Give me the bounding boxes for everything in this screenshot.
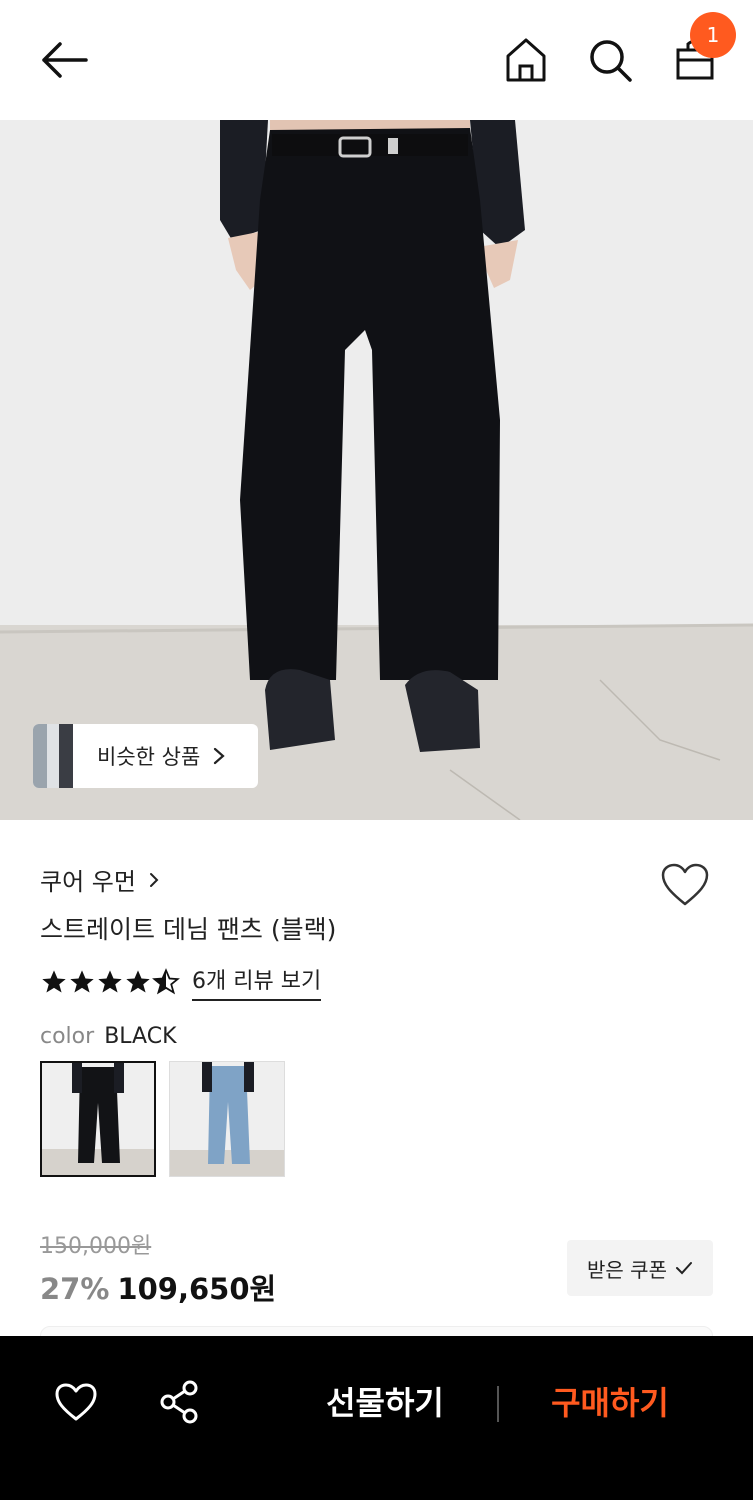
brand-link[interactable]: 쿠어 우먼 bbox=[40, 862, 160, 897]
star-full-icon bbox=[98, 970, 122, 993]
bottom-action-bar: 선물하기 구매하기 bbox=[0, 1336, 753, 1500]
divider bbox=[497, 1386, 499, 1422]
wishlist-heart-icon[interactable] bbox=[660, 862, 710, 908]
color-swatch-blue[interactable] bbox=[169, 1061, 285, 1177]
color-option-label: color BLACK bbox=[40, 1024, 177, 1049]
home-icon[interactable] bbox=[500, 34, 552, 86]
similar-products-label: 비슷한 상품 bbox=[97, 745, 201, 769]
star-half-icon bbox=[152, 968, 180, 995]
buy-button[interactable]: 구매하기 bbox=[525, 1378, 695, 1424]
share-icon[interactable] bbox=[158, 1380, 200, 1424]
heart-icon[interactable] bbox=[54, 1382, 98, 1422]
coupon-label: 받은 쿠폰 bbox=[587, 1257, 667, 1282]
top-bar: 1 bbox=[0, 0, 753, 120]
back-arrow-icon[interactable] bbox=[36, 36, 92, 84]
product-title: 스트레이트 데님 팬츠 (블랙) bbox=[40, 915, 337, 944]
color-key: color bbox=[40, 1024, 95, 1049]
gift-button[interactable]: 선물하기 bbox=[300, 1378, 470, 1424]
similar-product-thumbnail bbox=[33, 724, 73, 788]
color-value: BLACK bbox=[104, 1024, 177, 1049]
sale-price: 109,650원 bbox=[117, 1272, 277, 1306]
star-full-icon bbox=[126, 970, 150, 993]
cart-count-badge: 1 bbox=[690, 12, 736, 58]
discount-rate: 27% bbox=[40, 1272, 110, 1306]
checkmark-icon bbox=[675, 1262, 692, 1275]
chevron-right-icon bbox=[214, 747, 225, 765]
similar-products-button[interactable]: 비슷한 상품 bbox=[33, 724, 258, 788]
star-full-icon bbox=[70, 970, 94, 993]
rating-stars bbox=[40, 968, 180, 996]
star-full-icon bbox=[42, 970, 66, 993]
received-coupon-button[interactable]: 받은 쿠폰 bbox=[567, 1240, 713, 1296]
product-image[interactable] bbox=[0, 120, 753, 820]
brand-name: 쿠어 우먼 bbox=[40, 868, 136, 896]
original-price: 150,000원 bbox=[40, 1234, 152, 1259]
price-row: 27% 109,650원 bbox=[40, 1266, 276, 1308]
color-swatch-black[interactable] bbox=[40, 1061, 156, 1177]
rating-row: 6개 리뷰 보기 bbox=[40, 963, 322, 1001]
search-icon[interactable] bbox=[584, 34, 636, 86]
chevron-right-icon bbox=[149, 872, 159, 887]
reviews-link[interactable]: 6개 리뷰 보기 bbox=[192, 963, 322, 1001]
